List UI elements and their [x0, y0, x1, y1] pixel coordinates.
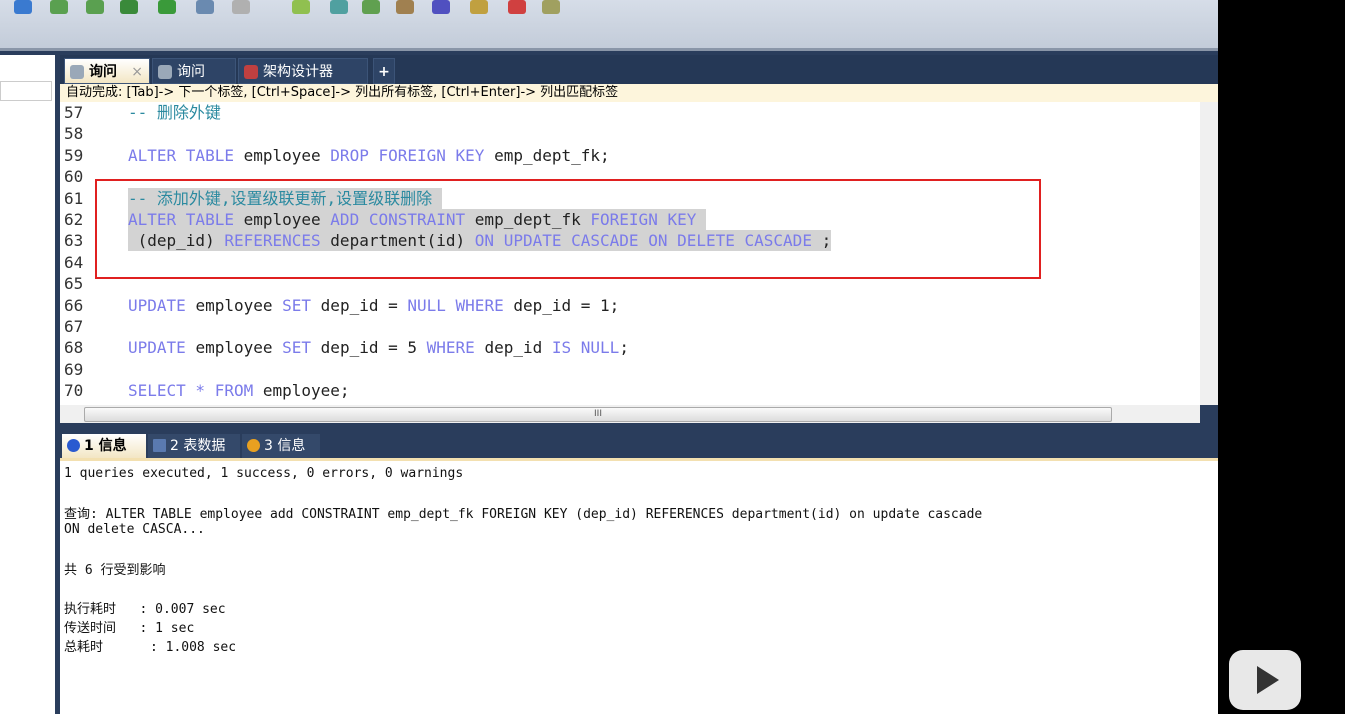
scroll-thumb[interactable]: III: [84, 407, 1112, 422]
code-token: UPDATE: [128, 295, 196, 315]
code-text: ALTER TABLE employee DROP FOREIGN KEY em…: [128, 145, 610, 166]
code-text: UPDATE employee SET dep_id = 5 WHERE dep…: [128, 337, 629, 358]
line-number: 57: [64, 103, 84, 122]
schema-designer-icon: [244, 65, 258, 79]
code-text: UPDATE employee SET dep_id = NULL WHERE …: [128, 295, 619, 316]
code-token: ALTER TABLE: [128, 145, 244, 165]
code-token: DROP FOREIGN KEY: [330, 145, 495, 165]
line-number: 66: [64, 295, 84, 315]
tab-query-0[interactable]: 询问 ×: [64, 58, 150, 84]
table-data-icon: [153, 439, 166, 452]
close-tab-icon[interactable]: ×: [131, 59, 143, 85]
highlight-annotation: [95, 179, 1041, 279]
info-icon: [247, 439, 260, 452]
result-tab-label: 1 信息: [84, 438, 127, 454]
filter-input[interactable]: [0, 81, 52, 101]
sqlyog-window: 询问 × 询问 架构设计器 + 自动完成: [Tab]-> 下一个标签, [Ctrl+S…: [0, 0, 1218, 714]
add-tab-button[interactable]: +: [373, 58, 395, 84]
toolbar-icon[interactable]: [232, 0, 250, 14]
result-tab-1[interactable]: 2 表数据: [148, 434, 240, 458]
code-token: dep_id = 5: [320, 338, 427, 358]
toolbar-icon[interactable]: [292, 0, 310, 14]
result-tab-0[interactable]: 1 信息: [62, 434, 146, 458]
code-token: dep_id: [484, 338, 552, 358]
vertical-scrollbar[interactable]: [1200, 102, 1218, 405]
result-line: 传送时间 : 1 sec: [64, 621, 195, 636]
toolbar-icon[interactable]: [396, 0, 414, 14]
horizontal-scrollbar[interactable]: III: [60, 405, 1200, 423]
code-text: -- 删除外键: [128, 102, 221, 123]
code-token: NULL WHERE: [407, 295, 514, 315]
toolbar-icon[interactable]: [120, 0, 138, 14]
code-token: SET: [282, 295, 321, 315]
toolbar-icon[interactable]: [196, 0, 214, 14]
toolbar-icon[interactable]: [86, 0, 104, 14]
code-token: dep_id = 1;: [513, 295, 620, 315]
code-token: employee: [195, 338, 283, 358]
tab-query-1[interactable]: 询问: [152, 58, 236, 84]
toolbar-icon[interactable]: [50, 0, 68, 14]
query-icon: [158, 65, 172, 79]
line-number: 58: [64, 124, 84, 144]
toolbar-icon[interactable]: [432, 0, 450, 14]
code-token: -- 删除外键: [128, 103, 221, 122]
query-icon: [70, 65, 84, 79]
tab-label: 询问: [177, 64, 205, 80]
result-line: 共 6 行受到影响: [64, 563, 166, 578]
query-tabs: 询问 × 询问 架构设计器 +: [60, 55, 1218, 84]
toolbar-icon[interactable]: [362, 0, 380, 14]
toolbar-icon[interactable]: [158, 0, 176, 14]
code-text: SELECT * FROM employee;: [128, 380, 350, 401]
code-token: UPDATE: [128, 338, 196, 358]
toolbar-icon[interactable]: [330, 0, 348, 14]
code-token: employee: [195, 295, 283, 315]
toolbar-icon[interactable]: [542, 0, 560, 14]
result-tab-label: 2 表数据: [170, 438, 226, 454]
code-token: dep_id =: [320, 295, 408, 315]
tab-query-2[interactable]: 架构设计器: [238, 58, 368, 84]
code-token: IS NULL: [551, 338, 620, 358]
toolbar-icon[interactable]: [14, 0, 32, 14]
result-messages: 1 queries executed, 1 success, 0 errors,…: [60, 458, 1218, 714]
toolbar-icon[interactable]: [508, 0, 526, 14]
result-line: 总耗时 : 1.008 sec: [64, 640, 237, 655]
code-token: SELECT * FROM: [128, 381, 263, 401]
line-number: 70: [64, 381, 84, 401]
code-token: SET: [282, 338, 321, 358]
code-token: employee: [243, 145, 331, 165]
result-line: 1 queries executed, 1 success, 0 errors,…: [64, 466, 464, 481]
info-icon: [67, 439, 80, 452]
tab-label: 询问: [89, 64, 117, 80]
line-number: 69: [64, 359, 84, 379]
result-tabs: 1 信息 2 表数据 3 信息: [60, 432, 1218, 458]
toolbar-icon[interactable]: [470, 0, 488, 14]
code-token: ;: [619, 338, 629, 358]
result-tab-2[interactable]: 3 信息: [242, 434, 320, 458]
result-line: ON delete CASCA...: [64, 522, 205, 537]
toolbar: [0, 0, 1218, 51]
line-number: 67: [64, 317, 84, 336]
result-line: 查询: ALTER TABLE employee add CONSTRAINT …: [64, 507, 983, 522]
result-line: 执行耗时 : 0.007 sec: [64, 602, 226, 617]
tab-label: 架构设计器: [263, 64, 333, 80]
autocomplete-hint: 自动完成: [Tab]-> 下一个标签, [Ctrl+Space]-> 列出所有…: [60, 84, 1218, 102]
line-number: 68: [64, 338, 84, 358]
object-browser: [0, 55, 59, 714]
code-token: emp_dept_fk;: [494, 145, 610, 165]
code-token: employee;: [262, 381, 350, 401]
code-token: WHERE: [426, 338, 485, 358]
line-number: 59: [64, 145, 84, 165]
result-tab-label: 3 信息: [264, 438, 306, 454]
play-icon[interactable]: [1229, 650, 1301, 710]
